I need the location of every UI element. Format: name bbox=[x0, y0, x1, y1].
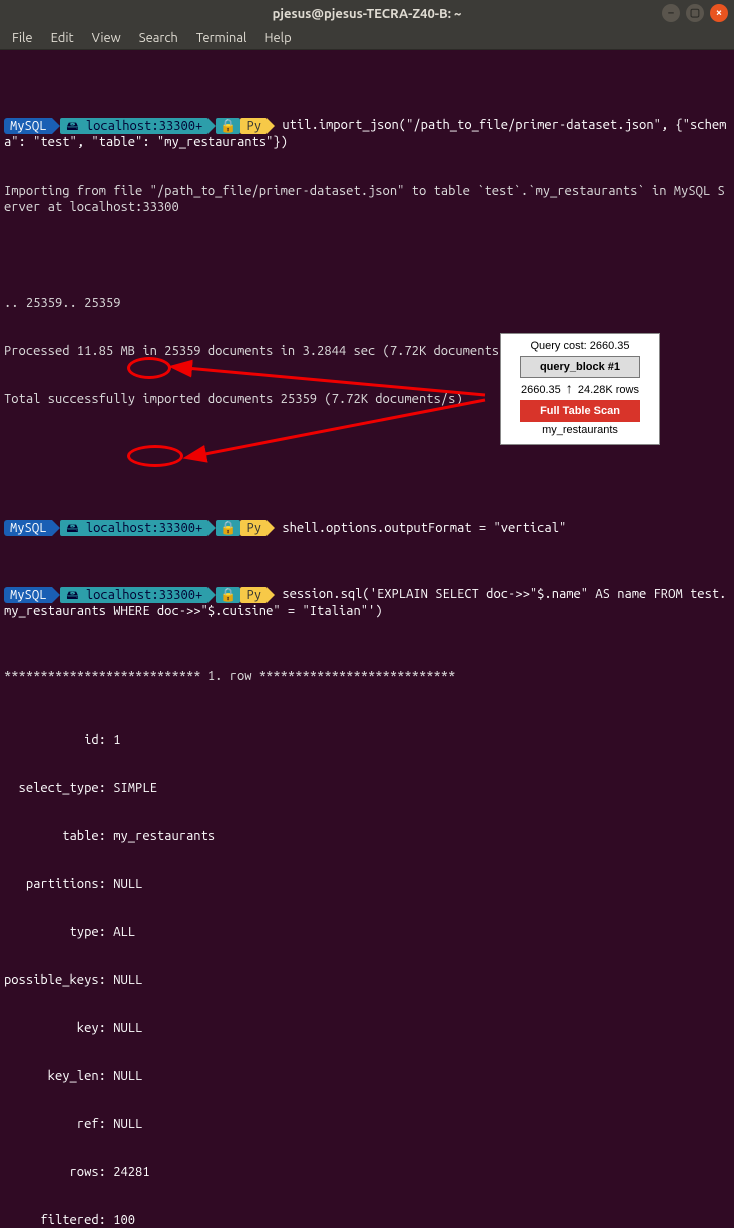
cost-left: 2660.35 bbox=[521, 384, 561, 396]
menubar: File Edit View Search Terminal Help bbox=[0, 27, 734, 50]
prompt-db-chip: MySQL bbox=[4, 587, 52, 603]
explain-row: filtered: 100 bbox=[4, 1212, 730, 1228]
query-block: query_block #1 bbox=[520, 356, 640, 378]
explain-row: select_type: SIMPLE bbox=[4, 780, 730, 796]
full-table-scan: Full Table Scan bbox=[520, 400, 640, 422]
explain-row: ref: NULL bbox=[4, 1116, 730, 1132]
lock-icon: 🔒 bbox=[216, 587, 240, 603]
explain-row: possible_keys: NULL bbox=[4, 972, 730, 988]
explain-row: table: my_restaurants bbox=[4, 828, 730, 844]
prompt-conn-chip: localhost:33300+ bbox=[60, 118, 208, 134]
explain-row: rows: 24281 bbox=[4, 1164, 730, 1180]
output-line: .. 25359.. 25359 bbox=[4, 295, 730, 311]
close-button[interactable]: × bbox=[710, 4, 728, 22]
prompt-lang-chip: Py bbox=[240, 587, 267, 603]
window-titlebar: pjesus@pjesus-TECRA-Z40-B: ~ – ▢ × bbox=[0, 0, 734, 27]
menu-search[interactable]: Search bbox=[131, 29, 186, 47]
disk-icon bbox=[66, 588, 78, 602]
prompt-conn-chip: localhost:33300+ bbox=[60, 520, 208, 536]
query-cost-popup: Query cost: 2660.35 query_block #1 2660.… bbox=[500, 333, 660, 445]
explain-row: key: NULL bbox=[4, 1020, 730, 1036]
prompt-db-chip: MySQL bbox=[4, 520, 52, 536]
cost-right: 24.28K rows bbox=[578, 384, 639, 396]
prompt-conn-chip: localhost:33300+ bbox=[60, 587, 208, 603]
prompt-db-chip: MySQL bbox=[4, 118, 52, 134]
prompt-lang-chip: Py bbox=[240, 520, 267, 536]
disk-icon bbox=[66, 521, 78, 535]
command-input: shell.options.outputFormat = "vertical" bbox=[282, 521, 566, 535]
maximize-button[interactable]: ▢ bbox=[686, 4, 704, 22]
explain-row: type: ALL bbox=[4, 924, 730, 940]
minimize-button[interactable]: – bbox=[662, 4, 680, 22]
window-title: pjesus@pjesus-TECRA-Z40-B: ~ bbox=[273, 7, 462, 21]
output-line: Importing from file "/path_to_file/prime… bbox=[4, 183, 730, 215]
explain-row: key_len: NULL bbox=[4, 1068, 730, 1084]
cost-table: my_restaurants bbox=[509, 424, 651, 436]
prompt-lang-chip: Py bbox=[240, 118, 267, 134]
disk-icon bbox=[66, 119, 78, 133]
up-arrow-icon: ↑ bbox=[566, 384, 573, 396]
lock-icon: 🔒 bbox=[216, 520, 240, 536]
menu-view[interactable]: View bbox=[84, 29, 129, 47]
explain-row: id: 1 bbox=[4, 732, 730, 748]
menu-terminal[interactable]: Terminal bbox=[188, 29, 255, 47]
lock-icon: 🔒 bbox=[216, 118, 240, 134]
menu-file[interactable]: File bbox=[4, 29, 41, 47]
terminal-body[interactable]: MySQL localhost:33300+🔒Py util.import_js… bbox=[0, 50, 734, 1228]
explain-row: partitions: NULL bbox=[4, 876, 730, 892]
menu-help[interactable]: Help bbox=[256, 29, 299, 47]
menu-edit[interactable]: Edit bbox=[43, 29, 82, 47]
cost-title: Query cost: 2660.35 bbox=[509, 340, 651, 352]
row-header: *************************** 1. row *****… bbox=[4, 668, 730, 684]
